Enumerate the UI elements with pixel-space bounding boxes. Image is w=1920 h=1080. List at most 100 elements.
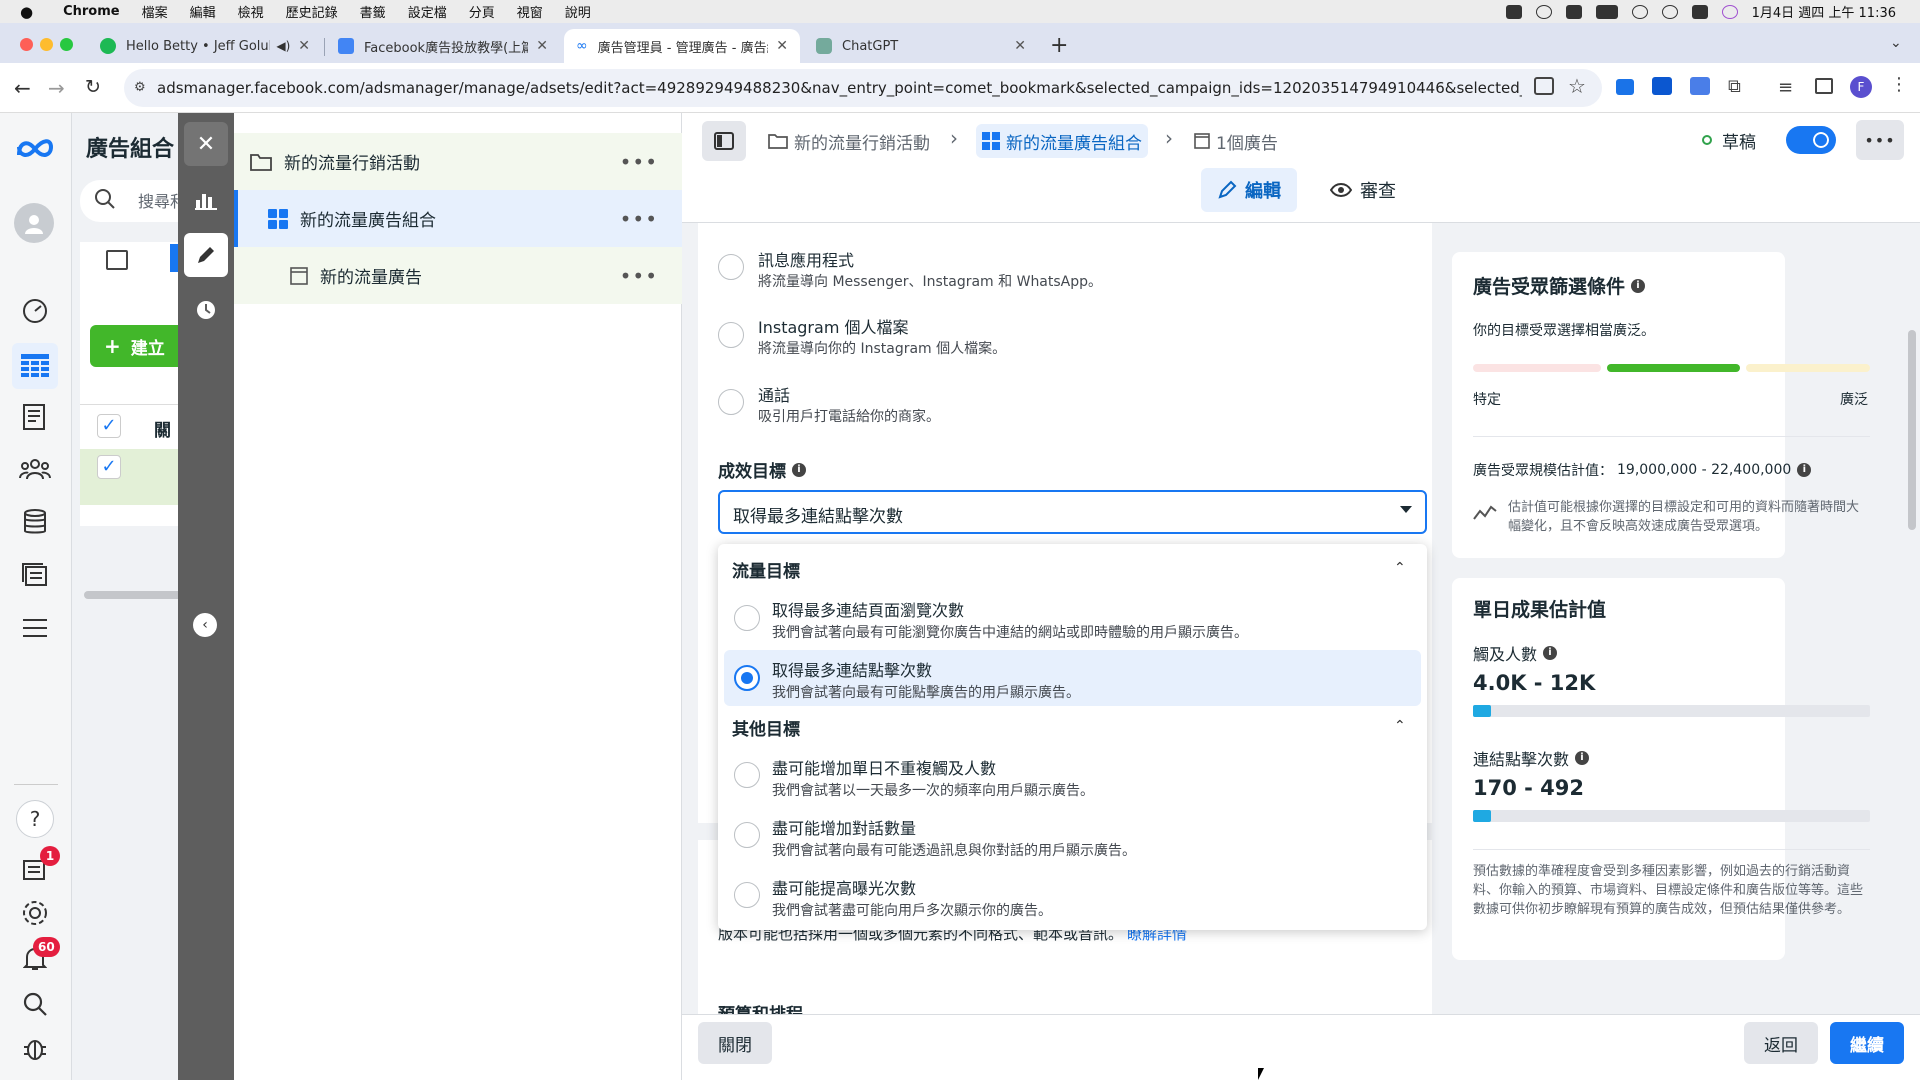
tree-item-ad[interactable]: 新的流量廣告 ••• <box>234 247 682 304</box>
more-options-icon[interactable]: ••• <box>620 264 658 288</box>
breadcrumb-adset[interactable]: 新的流量廣告組合 <box>976 124 1148 158</box>
goal-radio-impressions[interactable] <box>734 882 760 908</box>
help-question-icon[interactable]: ? <box>16 800 54 838</box>
billing-stack-icon[interactable] <box>18 505 52 539</box>
speaker-icon[interactable]: ◀︎) <box>276 39 290 53</box>
search-icon[interactable] <box>18 987 52 1021</box>
close-icon[interactable]: ✕ <box>1014 38 1026 54</box>
info-icon[interactable]: i <box>1543 646 1558 660</box>
edit-button[interactable] <box>184 233 228 277</box>
review-mode-tab[interactable]: 審查 <box>1308 168 1418 212</box>
back-arrow-icon[interactable]: ← <box>14 76 31 100</box>
bookmark-star-icon[interactable]: ☆ <box>1568 74 1586 98</box>
window-close-button[interactable] <box>20 38 33 51</box>
forward-arrow-icon[interactable]: → <box>48 76 65 100</box>
ads-manager-table-icon[interactable] <box>12 343 58 389</box>
goal-radio-conversations[interactable] <box>734 822 760 848</box>
toggle-panel-button[interactable] <box>702 121 746 161</box>
meta-logo-icon[interactable] <box>12 134 58 162</box>
close-editor-button[interactable]: ✕ <box>184 122 228 166</box>
goal-radio-landing-page-views[interactable] <box>734 605 760 631</box>
destination-radio-messaging[interactable] <box>718 254 744 280</box>
media-library-icon[interactable] <box>18 558 52 592</box>
line-icon[interactable] <box>1505 4 1522 19</box>
apple-icon[interactable]: ● <box>20 3 33 21</box>
create-button[interactable]: + 建立 <box>90 325 190 367</box>
more-actions-button[interactable]: ••• <box>1856 120 1904 160</box>
menu-window[interactable]: 視窗 <box>517 2 543 21</box>
breadcrumb-ads[interactable]: 1個廣告 <box>1194 124 1278 158</box>
extension-icon[interactable] <box>1652 77 1672 95</box>
info-icon[interactable]: i <box>792 462 806 477</box>
puzzle-icon[interactable]: ⧉ <box>1728 76 1741 97</box>
side-panel-icon[interactable] <box>1815 78 1833 94</box>
account-avatar-icon[interactable] <box>14 203 54 243</box>
destination-radio-calls[interactable] <box>718 389 744 415</box>
close-icon[interactable]: ✕ <box>536 38 548 54</box>
extension-icon[interactable] <box>1616 79 1634 95</box>
url-text[interactable]: adsmanager.facebook.com/adsmanager/manag… <box>157 79 1522 97</box>
performance-goal-select[interactable]: 取得最多連結點擊次數 <box>718 490 1427 534</box>
menu-edit[interactable]: 編輯 <box>190 2 216 21</box>
menubar-clock[interactable]: 1月4日 週四 上午 11:36 <box>1752 2 1896 21</box>
reload-icon[interactable]: ↻ <box>85 76 101 98</box>
charts-button[interactable] <box>184 178 228 222</box>
wifi-icon[interactable] <box>1631 4 1648 19</box>
destination-radio-instagram[interactable] <box>718 322 744 348</box>
menu-profiles[interactable]: 設定檔 <box>408 2 447 21</box>
info-icon[interactable]: i <box>1631 278 1646 293</box>
input-method-icon[interactable] <box>1565 4 1582 19</box>
all-tools-menu-icon[interactable] <box>18 611 52 645</box>
audiences-icon[interactable] <box>16 452 54 486</box>
back-button[interactable]: 返回 <box>1744 1022 1818 1064</box>
vertical-scrollbar[interactable] <box>1908 330 1916 530</box>
close-icon[interactable]: ✕ <box>776 38 788 54</box>
tab-ads-manager[interactable]: ∞ 廣告管理員 - 管理廣告 - 廣告組合 ✕ <box>564 29 800 63</box>
window-minimize-button[interactable] <box>40 38 53 51</box>
tab-facebook-tutorial[interactable]: Facebook廣告投放教學(上篇) ✕ <box>326 29 560 63</box>
tree-item-adset[interactable]: 新的流量廣告組合 ••• <box>234 190 682 247</box>
collapse-chevron-left-icon[interactable]: ‹ <box>193 613 217 637</box>
tab-hello-betty[interactable]: Hello Betty • Jeff Golub ◀︎) ✕ <box>88 29 322 63</box>
settings-gear-icon[interactable] <box>18 896 52 930</box>
chevron-up-icon[interactable]: ⌃ <box>1394 718 1406 734</box>
breadcrumb-campaign[interactable]: 新的流量行銷活動 <box>768 124 930 158</box>
site-info-icon[interactable]: ⚙ <box>134 80 146 95</box>
campaign-on-off-toggle[interactable] <box>1786 126 1836 154</box>
menu-tabs[interactable]: 分頁 <box>469 2 495 21</box>
profile-avatar[interactable]: F <box>1850 76 1872 98</box>
info-icon[interactable]: i <box>1797 463 1812 477</box>
chevron-up-icon[interactable]: ⌃ <box>1394 560 1406 576</box>
window-zoom-button[interactable] <box>60 38 73 51</box>
menu-app-name[interactable]: Chrome <box>63 4 120 19</box>
menu-view[interactable]: 檢視 <box>238 2 264 21</box>
row-checkbox[interactable]: ✓ <box>97 455 121 479</box>
more-options-icon[interactable]: ••• <box>620 207 658 231</box>
continue-button[interactable]: 繼續 <box>1830 1022 1904 1064</box>
history-button[interactable] <box>184 288 228 332</box>
edit-mode-tab[interactable]: 編輯 <box>1201 168 1297 212</box>
menu-bookmarks[interactable]: 書籤 <box>360 2 386 21</box>
close-button[interactable]: 關閉 <box>698 1022 772 1064</box>
tab-search-chevron-icon[interactable]: ⌄ <box>1890 35 1902 51</box>
goal-radio-daily-reach[interactable] <box>734 762 760 788</box>
tab-chatgpt[interactable]: ChatGPT ✕ <box>804 29 1038 63</box>
play-icon[interactable] <box>1535 4 1552 19</box>
goal-radio-link-clicks[interactable] <box>734 665 760 691</box>
battery-icon[interactable] <box>1595 4 1618 19</box>
more-options-icon[interactable]: ••• <box>620 150 658 174</box>
dashboard-gauge-icon[interactable] <box>18 294 52 328</box>
menu-help[interactable]: 說明 <box>565 2 591 21</box>
menu-file[interactable]: 檔案 <box>142 2 168 21</box>
install-app-icon[interactable] <box>1534 77 1554 95</box>
translate-icon[interactable] <box>1690 77 1710 95</box>
folder-tab-icon[interactable] <box>106 250 128 270</box>
select-all-checkbox[interactable]: ✓ <box>97 414 121 438</box>
siri-icon[interactable] <box>1721 4 1738 19</box>
media-icon[interactable]: ≡ <box>1778 77 1793 98</box>
horizontal-scrollbar[interactable] <box>84 591 184 599</box>
pages-icon[interactable] <box>18 400 52 434</box>
close-icon[interactable]: ✕ <box>298 38 310 54</box>
spotlight-icon[interactable] <box>1661 4 1678 19</box>
tree-item-campaign[interactable]: 新的流量行銷活動 ••• <box>234 133 682 190</box>
